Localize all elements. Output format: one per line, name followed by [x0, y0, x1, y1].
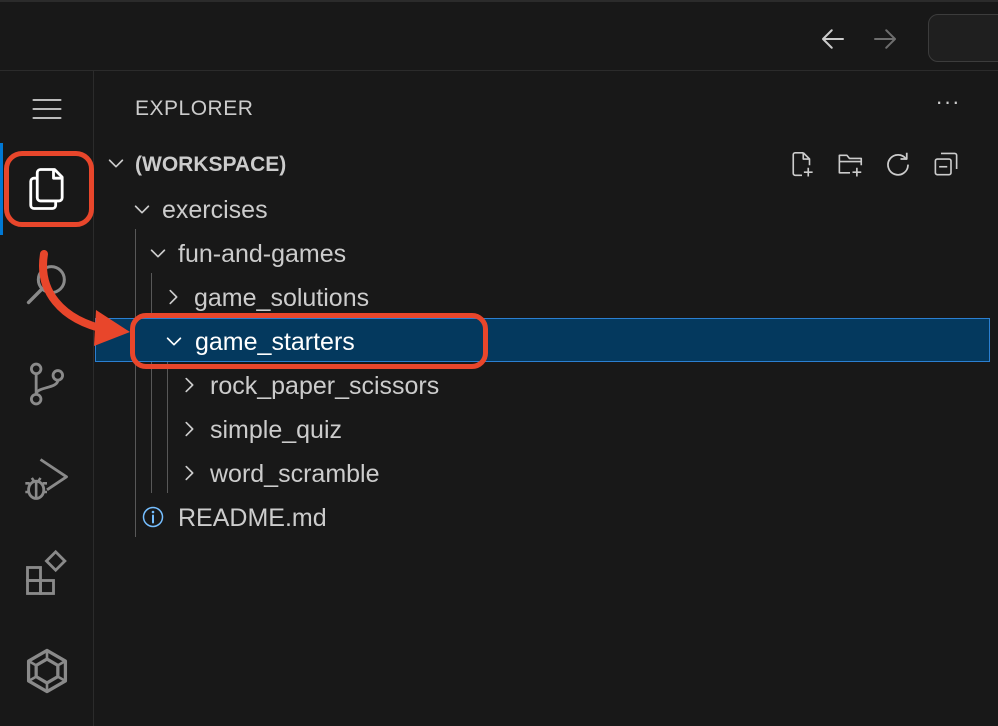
tree-item-label: exercises — [162, 196, 268, 224]
collapse-all-icon — [934, 152, 958, 176]
tree-item-label: fun-and-games — [178, 240, 347, 268]
chevron-down-icon — [108, 159, 124, 168]
highlight-explorer-annotation — [4, 151, 94, 227]
title-bar — [0, 0, 998, 71]
tree-item-rock-paper-scissors[interactable]: rock_paper_scissors — [95, 363, 990, 407]
explorer-sidebar: EXPLORER ··· (WORKSPACE) exercises fun-a… — [95, 71, 998, 726]
chevron-right-icon — [185, 465, 194, 481]
command-center[interactable] — [928, 14, 998, 62]
annotation-arrow-icon — [39, 250, 130, 346]
activity-codespaces[interactable] — [17, 641, 77, 701]
collapse-all-button[interactable] — [929, 147, 963, 181]
tree-item-label: game_solutions — [194, 284, 370, 312]
chevron-right-icon — [185, 377, 194, 393]
back-button[interactable] — [816, 22, 850, 56]
chevron-down-icon — [134, 205, 150, 214]
refresh-icon — [887, 152, 909, 176]
workspace-header[interactable]: (WORKSPACE) — [95, 143, 998, 185]
tree-item-label: rock_paper_scissors — [210, 372, 440, 400]
tree-item-readme[interactable]: README.md — [95, 495, 990, 539]
run-debug-icon — [25, 458, 68, 500]
highlight-game-starters-annotation — [130, 313, 488, 369]
info-icon — [142, 506, 164, 528]
new-folder-icon — [838, 154, 863, 177]
chevron-down-icon — [150, 249, 166, 258]
new-folder-button[interactable] — [833, 147, 867, 181]
menu-button[interactable] — [17, 79, 77, 139]
activity-source-control[interactable] — [17, 354, 77, 414]
extensions-icon — [26, 549, 67, 595]
hamburger-menu-icon — [32, 98, 62, 120]
tree-item-label: word_scramble — [210, 460, 380, 488]
tree-item-word-scramble[interactable]: word_scramble — [95, 451, 990, 495]
hexagon-icon — [26, 648, 68, 694]
active-indicator — [0, 143, 3, 235]
forward-button[interactable] — [868, 22, 902, 56]
workspace-label: (WORKSPACE) — [135, 153, 287, 176]
tree-item-label: simple_quiz — [210, 416, 343, 444]
arrow-right-icon — [874, 29, 896, 49]
activity-run-debug[interactable] — [17, 449, 77, 509]
sidebar-title: EXPLORER — [135, 97, 254, 120]
new-file-button[interactable] — [785, 147, 819, 181]
activity-extensions[interactable] — [17, 544, 77, 604]
tree-item-fun-and-games[interactable]: fun-and-games — [95, 231, 990, 275]
refresh-button[interactable] — [881, 147, 915, 181]
chevron-right-icon — [185, 421, 194, 437]
tree-item-simple-quiz[interactable]: simple_quiz — [95, 407, 990, 451]
activity-bar — [0, 71, 94, 726]
tree-item-label: README.md — [178, 504, 327, 532]
new-file-icon — [792, 151, 813, 177]
tree-item-exercises[interactable]: exercises — [95, 187, 990, 231]
more-actions-button[interactable]: ··· — [930, 87, 966, 123]
source-control-icon — [29, 362, 65, 406]
chevron-right-icon — [169, 289, 178, 305]
arrow-left-icon — [822, 29, 844, 49]
